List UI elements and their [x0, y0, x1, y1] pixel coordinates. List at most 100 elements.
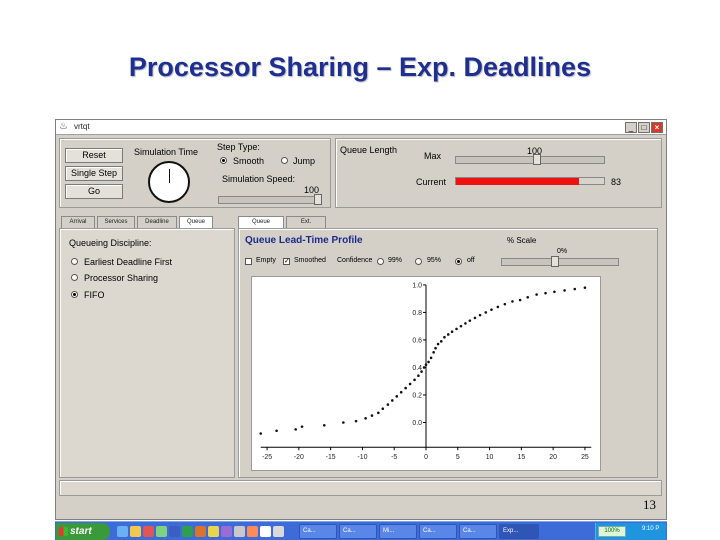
- data-point: [459, 324, 463, 328]
- x-tick-label: -10: [357, 454, 367, 461]
- empty-checkbox[interactable]: [245, 258, 252, 265]
- system-tray: 100% 9:10 P: [595, 523, 666, 540]
- step-smooth-label: Smooth: [233, 156, 265, 166]
- confidence-off-label: off: [467, 257, 475, 264]
- minimize-button[interactable]: _: [625, 122, 637, 133]
- queue-max-slider[interactable]: [455, 156, 605, 164]
- x-tick-label: 20: [549, 454, 557, 461]
- data-point: [432, 351, 435, 354]
- task-button-2[interactable]: Ca...: [339, 524, 377, 539]
- queue-max-thumb[interactable]: [533, 154, 542, 165]
- confidence-99-radio[interactable]: [377, 258, 384, 265]
- data-point: [370, 414, 374, 417]
- tab-services[interactable]: Services: [97, 216, 135, 228]
- data-point: [294, 428, 297, 431]
- go-button[interactable]: Go: [65, 184, 123, 199]
- data-point: [322, 423, 326, 427]
- java-cup-icon: ♨: [59, 121, 68, 132]
- confidence-95-radio[interactable]: [415, 258, 422, 265]
- show-more-icon[interactable]: [273, 526, 284, 537]
- data-point: [354, 419, 358, 423]
- y-tick-label: 0.6: [412, 337, 422, 344]
- window-titlebar: ♨ vrtqt _ □ ×: [56, 120, 666, 135]
- task-button-5[interactable]: Ca...: [459, 524, 497, 539]
- y-tick-label: 0.0: [412, 420, 422, 427]
- single-step-button[interactable]: Single Step: [65, 166, 123, 181]
- data-point: [439, 340, 443, 343]
- data-point: [377, 411, 380, 415]
- task-button-4[interactable]: Ca...: [419, 524, 457, 539]
- maximize-button[interactable]: □: [638, 122, 650, 133]
- data-point: [424, 363, 428, 366]
- simulation-speed-thumb[interactable]: [314, 194, 322, 205]
- queueing-discipline-label: Queueing Discipline:: [69, 238, 152, 248]
- smoothed-checkbox[interactable]: ✓: [283, 258, 290, 265]
- data-point: [518, 298, 522, 302]
- reset-button[interactable]: Reset: [65, 148, 123, 163]
- terminal-icon[interactable]: [234, 526, 245, 537]
- simulation-time-label: Simulation Time: [134, 147, 199, 157]
- discipline-fifo-radio[interactable]: [71, 291, 78, 298]
- data-point: [503, 302, 507, 306]
- step-jump-radio[interactable]: [281, 157, 288, 164]
- start-button[interactable]: start: [56, 523, 110, 540]
- x-tick-label: -5: [391, 454, 397, 461]
- data-point: [490, 308, 493, 311]
- tab-queue-profile[interactable]: Queue: [238, 216, 284, 228]
- firefox-icon[interactable]: [247, 526, 258, 537]
- scale-thumb[interactable]: [550, 256, 559, 267]
- scale-slider[interactable]: [501, 258, 619, 266]
- y-tick-label: 1.0: [412, 282, 422, 289]
- folder-icon[interactable]: [130, 526, 141, 537]
- data-point: [450, 330, 454, 333]
- internet-explorer-icon[interactable]: [117, 526, 128, 537]
- media-player-icon[interactable]: [143, 526, 154, 537]
- discipline-ps-radio[interactable]: [71, 274, 78, 281]
- task-button-3[interactable]: Mi...: [379, 524, 417, 539]
- close-button[interactable]: ×: [651, 122, 663, 133]
- excel-icon[interactable]: [182, 526, 193, 537]
- tab-deadline[interactable]: Deadline: [137, 216, 177, 228]
- data-point: [526, 296, 530, 299]
- data-point: [473, 316, 477, 320]
- data-point: [583, 286, 587, 289]
- powerpoint-icon[interactable]: [195, 526, 206, 537]
- data-point: [386, 403, 390, 406]
- step-smooth-radio[interactable]: [220, 157, 227, 164]
- explorer-icon[interactable]: [208, 526, 219, 537]
- messenger-icon[interactable]: [156, 526, 167, 537]
- queue-length-panel: Queue Length Max 100 Current 83: [335, 138, 662, 208]
- scale-value: 0%: [557, 248, 568, 255]
- data-point: [300, 425, 304, 428]
- x-tick-label: -15: [326, 454, 336, 461]
- simulation-speed-slider[interactable]: [218, 196, 322, 204]
- tab-ext[interactable]: Ext.: [286, 216, 326, 228]
- data-point: [464, 322, 467, 325]
- data-point: [399, 390, 403, 394]
- data-point: [443, 335, 446, 339]
- confidence-95-label: 95%: [427, 257, 442, 264]
- data-point: [468, 319, 472, 322]
- data-point: [413, 378, 416, 382]
- notepad-icon[interactable]: [260, 526, 271, 537]
- task-button-1[interactable]: Ca...: [299, 524, 337, 539]
- smoothed-label: Smoothed: [294, 257, 326, 264]
- word-icon[interactable]: [169, 526, 180, 537]
- status-strip: [59, 480, 662, 496]
- scale-label: % Scale: [507, 236, 537, 245]
- queue-current-label: Current: [416, 177, 447, 187]
- task-button-6[interactable]: Exp...: [499, 524, 539, 539]
- data-point: [417, 374, 420, 377]
- app-icon[interactable]: [221, 526, 232, 537]
- data-point: [573, 287, 577, 291]
- step-jump-label: Jump: [293, 156, 316, 166]
- tab-arrival[interactable]: Arrival: [61, 216, 95, 228]
- data-point: [478, 313, 482, 317]
- confidence-off-radio[interactable]: [455, 258, 462, 265]
- confidence-label: Confidence: [337, 257, 373, 264]
- simulation-controls-panel: Reset Single Step Go Simulation Time Ste…: [59, 138, 331, 208]
- data-point: [259, 432, 262, 435]
- data-point: [420, 370, 423, 373]
- discipline-edf-radio[interactable]: [71, 258, 78, 265]
- tab-queue[interactable]: Queue: [179, 216, 213, 228]
